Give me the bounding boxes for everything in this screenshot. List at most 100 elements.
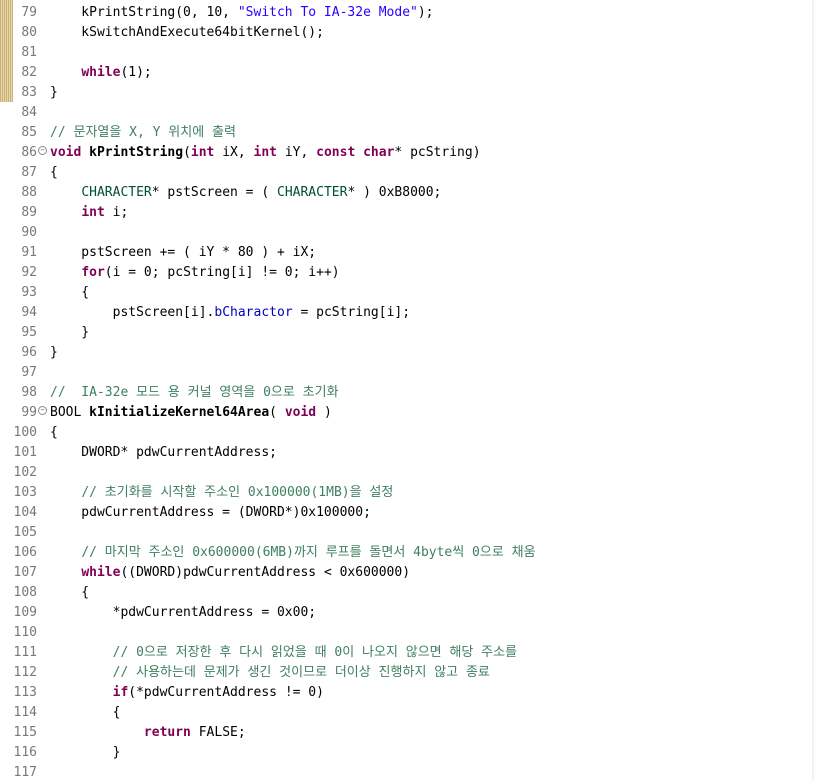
code-token: // IA-32e 모드 용 커널 영역을 0으로 초기화 — [50, 385, 339, 400]
code-line[interactable]: 117 — [0, 763, 814, 783]
code-line[interactable]: 97 — [0, 363, 814, 383]
code-text: kPrintString(0, 10, "Switch To IA-32e Mo… — [50, 3, 434, 23]
code-line[interactable]: 79 kPrintString(0, 10, "Switch To IA-32e… — [0, 3, 814, 23]
code-token: { — [50, 585, 90, 600]
code-line[interactable]: 82 while(1); — [0, 63, 814, 83]
code-token: * pcString) — [394, 145, 481, 160]
code-token: const — [316, 145, 356, 160]
code-token: ((DWORD)pdwCurrentAddress < 0x600000) — [120, 565, 411, 580]
code-token: (i = 0; pcString[i] != 0; i++) — [104, 265, 340, 280]
fold-toggle-icon[interactable]: − — [38, 406, 47, 415]
code-text: void kPrintString(int iX, int iY, const … — [50, 143, 481, 163]
code-line[interactable]: 89 int i; — [0, 203, 814, 223]
code-line[interactable]: 102 — [0, 463, 814, 483]
code-line[interactable]: 96} — [0, 343, 814, 363]
code-line[interactable]: 94 pstScreen[i].bCharactor = pcString[i]… — [0, 303, 814, 323]
code-line[interactable]: 88 CHARACTER* pstScreen = ( CHARACTER* )… — [0, 183, 814, 203]
code-text: if(*pdwCurrentAddress != 0) — [50, 683, 324, 703]
code-line[interactable]: 114 { — [0, 703, 814, 723]
line-number: 103 — [13, 485, 37, 500]
code-token: // 초기화를 시작할 주소인 0x100000(1MB)을 설정 — [81, 485, 394, 500]
code-line[interactable]: 99− BOOL kInitializeKernel64Area( void ) — [0, 403, 814, 423]
code-token: while — [81, 565, 121, 580]
code-line[interactable]: 110 — [0, 623, 814, 643]
code-line[interactable]: 101 DWORD* pdwCurrentAddress; — [0, 443, 814, 463]
code-line[interactable]: 107 while((DWORD)pdwCurrentAddress < 0x6… — [0, 563, 814, 583]
code-line[interactable]: 100 { — [0, 423, 814, 443]
code-token: * pstScreen = ( — [151, 185, 277, 200]
fold-toggle-icon[interactable]: − — [38, 146, 47, 155]
code-token: int — [190, 145, 215, 160]
code-token: pstScreen[i]. — [50, 305, 215, 320]
code-token: // 마지막 주소인 0x600000(6MB)까지 루프를 돌면서 4byte… — [81, 545, 536, 560]
code-line[interactable]: 111 // 0으로 저장한 후 다시 읽었을 때 0이 나오지 않으면 해당 … — [0, 643, 814, 663]
code-line[interactable]: 103 // 초기화를 시작할 주소인 0x100000(1MB)을 설정 — [0, 483, 814, 503]
code-line[interactable]: 108 { — [0, 583, 814, 603]
code-line[interactable]: 105 — [0, 523, 814, 543]
code-token: = pcString[i]; — [292, 305, 411, 320]
code-line[interactable]: 106 // 마지막 주소인 0x600000(6MB)까지 루프를 돌면서 4… — [0, 543, 814, 563]
code-line[interactable]: 104 pdwCurrentAddress = (DWORD*)0x100000… — [0, 503, 814, 523]
code-token: { — [50, 425, 58, 440]
code-text: // 마지막 주소인 0x600000(6MB)까지 루프를 돌면서 4byte… — [50, 543, 536, 563]
line-number: 106 — [13, 545, 37, 560]
code-line[interactable]: 92 for(i = 0; pcString[i] != 0; i++) — [0, 263, 814, 283]
code-editor[interactable]: 79 kPrintString(0, 10, "Switch To IA-32e… — [0, 3, 814, 783]
code-token: void — [284, 405, 317, 420]
line-number: 112 — [13, 665, 37, 680]
line-number: 111 — [13, 645, 37, 660]
code-line[interactable]: 113 if(*pdwCurrentAddress != 0) — [0, 683, 814, 703]
code-token: int — [81, 205, 105, 220]
line-number: 96 — [21, 345, 37, 360]
code-line[interactable]: 87 { — [0, 163, 814, 183]
code-line[interactable]: 90 — [0, 223, 814, 243]
code-line[interactable]: 95 } — [0, 323, 814, 343]
code-token: if — [112, 685, 129, 700]
code-text: pdwCurrentAddress = (DWORD*)0x100000; — [50, 503, 371, 523]
line-number: 82 — [21, 65, 37, 80]
code-line[interactable]: 116 } — [0, 743, 814, 763]
code-line[interactable]: 91 pstScreen += ( iY * 80 ) + iX; — [0, 243, 814, 263]
code-token: // 사용하는데 문제가 생긴 것이므로 더이상 진행하지 않고 종료 — [112, 665, 490, 680]
code-line[interactable]: 83} — [0, 83, 814, 103]
code-line[interactable]: 80 kSwitchAndExecute64bitKernel(); — [0, 23, 814, 43]
line-number: 113 — [13, 685, 37, 700]
code-token: char — [363, 145, 395, 160]
code-token: ) — [316, 405, 332, 420]
line-number: 89 — [21, 205, 37, 220]
code-token: iX, — [214, 145, 254, 160]
code-token: // 0으로 저장한 후 다시 읽었을 때 0이 나오지 않으면 해당 주소를 — [112, 645, 518, 660]
code-text: // 초기화를 시작할 주소인 0x100000(1MB)을 설정 — [50, 483, 393, 503]
line-number: 107 — [13, 565, 37, 580]
code-line[interactable]: 85 // 문자열을 X, Y 위치에 출력 — [0, 123, 814, 143]
code-token: * ) 0xB8000; — [347, 185, 442, 200]
code-token: (*pdwCurrentAddress != 0) — [128, 685, 324, 700]
code-token: ); — [417, 5, 434, 20]
code-text: { — [50, 163, 58, 183]
code-line[interactable]: 81 — [0, 43, 814, 63]
code-line[interactable]: 109 *pdwCurrentAddress = 0x00; — [0, 603, 814, 623]
line-number: 97 — [21, 365, 37, 380]
line-number: 94 — [21, 305, 37, 320]
code-line[interactable]: 112 // 사용하는데 문제가 생긴 것이므로 더이상 진행하지 않고 종료 — [0, 663, 814, 683]
code-token: *pdwCurrentAddress = 0x00; — [50, 605, 317, 620]
code-token: } — [50, 345, 58, 360]
line-number: 108 — [13, 585, 37, 600]
code-text: BOOL kInitializeKernel64Area( void ) — [50, 403, 332, 423]
code-line[interactable]: 115 return FALSE; — [0, 723, 814, 743]
code-text: } — [50, 743, 121, 763]
code-line[interactable]: 93 { — [0, 283, 814, 303]
code-line[interactable]: 98 // IA-32e 모드 용 커널 영역을 0으로 초기화 — [0, 383, 814, 403]
code-text: for(i = 0; pcString[i] != 0; i++) — [50, 263, 340, 283]
code-line[interactable]: 86− void kPrintString(int iX, int iY, con… — [0, 143, 814, 163]
code-line[interactable]: 84 — [0, 103, 814, 123]
code-token: { — [50, 285, 90, 300]
code-token: for — [81, 265, 105, 280]
line-number: 87 — [21, 165, 37, 180]
